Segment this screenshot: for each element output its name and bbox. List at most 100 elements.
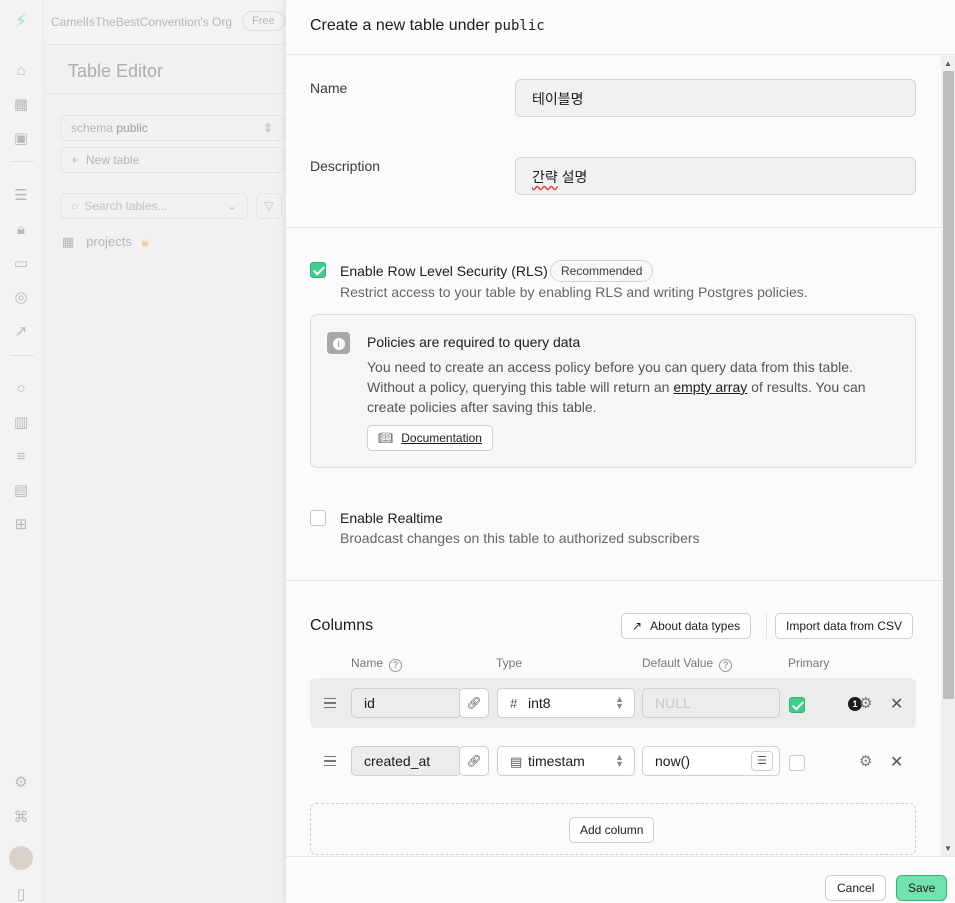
- column-name-input[interactable]: created_at: [351, 746, 461, 776]
- supabase-logo-icon[interactable]: ⚡: [11, 11, 31, 31]
- logs-icon[interactable]: ≡: [11, 446, 31, 466]
- save-button[interactable]: Save: [896, 875, 948, 901]
- scrollbar[interactable]: ▲ ▼: [941, 56, 955, 856]
- about-data-types-label: About data types: [650, 619, 741, 633]
- database-icon[interactable]: ☰: [11, 185, 31, 205]
- default-placeholder: NULL: [655, 695, 691, 711]
- column-type-select[interactable]: ▤ timestam ▲ ▼: [497, 746, 635, 776]
- new-table-button[interactable]: + New table: [60, 147, 284, 173]
- panel-title: Table Editor: [68, 61, 164, 81]
- primary-checkbox[interactable]: [789, 755, 805, 771]
- close-icon[interactable]: ✕: [890, 752, 903, 772]
- api-docs-icon[interactable]: ▤: [11, 480, 31, 500]
- alert-title: Policies are required to query data: [367, 334, 581, 350]
- column-type-value: int8: [528, 695, 551, 711]
- edge-functions-icon[interactable]: ↗: [11, 321, 31, 341]
- default-value-input[interactable]: NULL: [642, 688, 780, 718]
- foreign-key-link-icon[interactable]: 🔗︎: [459, 688, 489, 718]
- default-value-input[interactable]: now() ☰: [642, 746, 780, 776]
- column-type-value: timestam: [528, 753, 585, 769]
- chevron-updown-icon: ▲ ▼: [615, 694, 624, 711]
- import-csv-button[interactable]: Import data from CSV: [775, 613, 914, 639]
- settings-icon[interactable]: ⚙: [859, 752, 872, 770]
- scrollbar-thumb[interactable]: [943, 71, 954, 699]
- about-data-types-button[interactable]: ↗ About data types: [621, 613, 752, 639]
- schema-value: public: [116, 121, 148, 135]
- icon-rail: ⚡ ⌂ ▦ ▣ ☰ 🔒︎ ▭ ◎ ↗ ○ ▥ ≡ ▤ ⊞ ⚙ ⌘ ▯: [0, 0, 44, 903]
- command-icon[interactable]: ⌘: [11, 807, 31, 827]
- alert-body: You need to create an access policy befo…: [367, 357, 897, 417]
- default-value: now(): [655, 753, 691, 769]
- rls-label: Enable Row Level Security (RLS): [340, 263, 548, 279]
- section-divider: [286, 227, 941, 228]
- table-name: projects: [86, 234, 132, 249]
- primary-checkbox[interactable]: [789, 697, 805, 713]
- schema-select[interactable]: schema public ⇕: [60, 115, 284, 141]
- chevron-updown-icon: ▲ ▼: [615, 752, 624, 769]
- scroll-up-icon[interactable]: ▲: [944, 59, 952, 68]
- table-list-item[interactable]: ▦ projects 🔒︎: [62, 234, 148, 250]
- chevron-updown-icon: ⇕: [262, 121, 273, 135]
- integrations-icon[interactable]: ⊞: [11, 514, 31, 534]
- rls-help: Restrict access to your table by enablin…: [340, 284, 808, 300]
- column-name-input[interactable]: id: [351, 688, 461, 718]
- reports-icon[interactable]: ▥: [11, 412, 31, 432]
- filter-button[interactable]: ▽: [256, 193, 282, 219]
- col-header-default: Default Value?: [642, 656, 733, 672]
- org-name[interactable]: CamelIsTheBestConvention's Org: [51, 15, 232, 29]
- empty-array-link[interactable]: empty array: [673, 379, 747, 395]
- table-name-input[interactable]: 테이블명: [515, 79, 916, 117]
- close-icon[interactable]: ✕: [890, 694, 903, 714]
- foreign-key-link-icon[interactable]: 🔗︎: [459, 746, 489, 776]
- storage-icon[interactable]: ▭: [11, 253, 31, 273]
- col-header-default-label: Default Value: [642, 656, 714, 670]
- cancel-button[interactable]: Cancel: [825, 875, 887, 901]
- help-icon[interactable]: ?: [389, 659, 403, 672]
- realtime-help: Broadcast changes on this table to autho…: [340, 530, 700, 546]
- sql-editor-icon[interactable]: ▣: [11, 128, 31, 148]
- sheet-title-prefix: Create a new table under: [310, 17, 490, 34]
- sheet-title-schema: public: [494, 18, 545, 34]
- column-type-select[interactable]: # int8 ▲ ▼: [497, 688, 635, 718]
- sidebar-toggle-icon[interactable]: ▯: [11, 884, 31, 903]
- filter-icon: ▽: [264, 199, 274, 213]
- sheet-title: Create a new table under public: [310, 17, 545, 35]
- realtime-label: Enable Realtime: [340, 510, 443, 526]
- add-column-button[interactable]: Add column: [569, 817, 655, 843]
- advisors-icon[interactable]: ○: [11, 378, 31, 398]
- rls-checkbox[interactable]: [310, 262, 326, 278]
- rail-divider: [10, 161, 34, 162]
- lock-icon: 🔒︎: [141, 234, 149, 249]
- add-column-area: Add column: [310, 803, 916, 855]
- list-icon[interactable]: ☰: [751, 751, 773, 771]
- section-divider: [286, 580, 941, 581]
- settings-icon[interactable]: ⚙: [859, 694, 872, 712]
- home-icon[interactable]: ⌂: [11, 60, 31, 80]
- name-label: Name: [310, 80, 348, 96]
- new-table-label: New table: [86, 153, 140, 167]
- plan-badge: Free: [242, 11, 285, 31]
- schema-label: schema: [71, 121, 114, 135]
- hash-icon: #: [510, 696, 518, 711]
- search-placeholder: Search tables...: [84, 199, 168, 213]
- help-icon[interactable]: ?: [719, 659, 733, 672]
- avatar[interactable]: [9, 846, 33, 870]
- description-input[interactable]: 간략 설명: [515, 157, 916, 195]
- search-tables-input[interactable]: ○ Search tables... ⌄: [60, 193, 248, 219]
- drag-handle-icon[interactable]: [324, 756, 336, 766]
- panel-divider: [44, 93, 285, 94]
- book-icon: 📖︎: [378, 431, 394, 445]
- auth-icon[interactable]: 🔒︎: [11, 219, 31, 239]
- table-editor-icon[interactable]: ▦: [11, 94, 31, 114]
- drag-handle-icon[interactable]: [324, 698, 336, 708]
- documentation-label: Documentation: [401, 431, 482, 445]
- settings-icon[interactable]: ⚙: [11, 772, 31, 792]
- documentation-button[interactable]: 📖︎ Documentation: [367, 425, 493, 451]
- realtime-checkbox[interactable]: [310, 510, 326, 526]
- scroll-down-icon[interactable]: ▼: [944, 844, 952, 853]
- policies-alert: i Policies are required to query data Yo…: [310, 314, 916, 468]
- table-icon: ▦: [62, 234, 75, 249]
- description-word-2: 설명: [561, 169, 588, 185]
- realtime-icon[interactable]: ◎: [11, 287, 31, 307]
- sheet-footer: Cancel Save: [286, 856, 955, 903]
